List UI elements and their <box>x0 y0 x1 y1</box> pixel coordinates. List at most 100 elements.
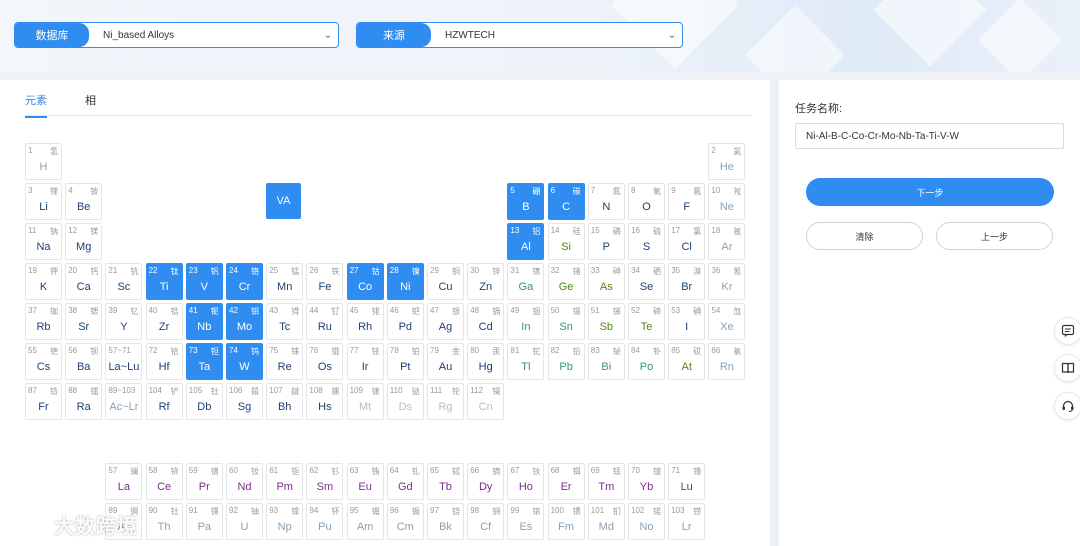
element-bi[interactable]: 83 铋 Bi <box>587 343 625 380</box>
element-re[interactable]: 75 铼 Re <box>266 343 304 380</box>
element-fm[interactable]: 100 镄 Fm <box>547 503 585 540</box>
element-ca[interactable]: 20 钙 Ca <box>65 263 103 300</box>
element-tm[interactable]: 69 铥 Tm <box>587 463 625 500</box>
element-ni[interactable]: 28 镍 Ni <box>386 263 424 300</box>
element-ac-lr[interactable]: 89~103 Ac~Lr <box>105 383 143 420</box>
element-cl[interactable]: 17 氯 Cl <box>668 223 706 260</box>
element-i[interactable]: 53 碘 I <box>668 303 706 340</box>
element-ga[interactable]: 31 镓 Ga <box>507 263 545 300</box>
element-mn[interactable]: 25 锰 Mn <box>266 263 304 300</box>
element-s[interactable]: 16 硫 S <box>628 223 665 260</box>
element-cf[interactable]: 98 锎 Cf <box>467 503 505 540</box>
element-db[interactable]: 105 钍 Db <box>185 383 223 420</box>
element-p[interactable]: 15 磷 P <box>587 223 625 260</box>
element-ra[interactable]: 88 镭 Ra <box>65 383 103 420</box>
element-sm[interactable]: 62 钐 Sm <box>306 463 344 500</box>
element-al[interactable]: 13 铝 Al <box>507 223 545 260</box>
element-sn[interactable]: 50 锡 Sn <box>547 303 585 340</box>
chevron-down-icon[interactable]: ⌄ <box>318 30 338 41</box>
element-au[interactable]: 79 金 Au <box>427 343 464 380</box>
task-name-input[interactable]: Ni-Al-B-C-Co-Cr-Mo-Nb-Ta-Ti-V-W <box>795 123 1064 149</box>
element-na[interactable]: 11 钠 Na <box>25 223 62 260</box>
element-md[interactable]: 101 钔 Md <box>587 503 625 540</box>
element-dy[interactable]: 66 镝 Dy <box>467 463 505 500</box>
element-nb[interactable]: 41 铌 Nb <box>185 303 223 340</box>
element-pa[interactable]: 91 镤 Pa <box>185 503 223 540</box>
element-ag[interactable]: 47 银 Ag <box>427 303 464 340</box>
element-as[interactable]: 33 砷 As <box>587 263 625 300</box>
chevron-down-icon[interactable]: ⌄ <box>662 30 682 41</box>
element-ho[interactable]: 67 钬 Ho <box>507 463 545 500</box>
element-c[interactable]: 6 碳C <box>547 183 585 220</box>
element-sg[interactable]: 106 𨭎 Sg <box>226 383 263 420</box>
element-ne[interactable]: 10 氖 Ne <box>708 183 746 220</box>
element-rh[interactable]: 45 铑 Rh <box>346 303 384 340</box>
element-br[interactable]: 35 溴 Br <box>668 263 706 300</box>
element-xe[interactable]: 54 氙 Xe <box>708 303 746 340</box>
element-be[interactable]: 4 铍 Be <box>65 183 103 220</box>
element-ir[interactable]: 77 铱 Ir <box>346 343 384 380</box>
element-cn[interactable]: 112 鿔 Cn <box>467 383 505 420</box>
element-bk[interactable]: 97 锫 Bk <box>427 503 464 540</box>
element-bh[interactable]: 107 𨨏 Bh <box>266 383 304 420</box>
element-pu[interactable]: 94 钚 Pu <box>306 503 344 540</box>
database-select[interactable]: 数据库 Ni_based Alloys ⌄ <box>14 22 339 48</box>
element-pd[interactable]: 46 钯 Pd <box>386 303 424 340</box>
group-va-button[interactable]: VA <box>266 183 301 219</box>
element-fe[interactable]: 26 铁 Fe <box>306 263 344 300</box>
element-mg[interactable]: 12 镁 Mg <box>65 223 103 260</box>
element-er[interactable]: 68 铒 Er <box>547 463 585 500</box>
element-cs[interactable]: 55 铯 Cs <box>25 343 62 380</box>
element-ar[interactable]: 18 氩 Ar <box>708 223 746 260</box>
element-f[interactable]: 9 氟F <box>668 183 706 220</box>
element-ge[interactable]: 32 锗 Ge <box>547 263 585 300</box>
element-gd[interactable]: 64 钆 Gd <box>386 463 424 500</box>
element-u[interactable]: 92 铀 U <box>226 503 263 540</box>
element-th[interactable]: 90 钍 Th <box>145 503 183 540</box>
element-li[interactable]: 3 锂 Li <box>25 183 62 220</box>
element-am[interactable]: 95 镅 Am <box>346 503 384 540</box>
element-zn[interactable]: 30 锌 Zn <box>467 263 505 300</box>
element-k[interactable]: 19 钾 K <box>25 263 62 300</box>
element-h[interactable]: 1 氢H <box>25 143 62 180</box>
element-pt[interactable]: 78 铂 Pt <box>386 343 424 380</box>
book-icon[interactable] <box>1054 354 1080 382</box>
element-pm[interactable]: 61 钷 Pm <box>266 463 304 500</box>
element-lr[interactable]: 103 铹 Lr <box>668 503 706 540</box>
source-select[interactable]: 来源 HZWTECH ⌄ <box>356 22 683 48</box>
element-ru[interactable]: 44 钌 Ru <box>306 303 344 340</box>
element-lu[interactable]: 71 镥 Lu <box>668 463 706 500</box>
element-he[interactable]: 2 氦 He <box>708 143 746 180</box>
element-pr[interactable]: 59 镨 Pr <box>185 463 223 500</box>
element-sr[interactable]: 38 锶 Sr <box>65 303 103 340</box>
element-yb[interactable]: 70 镱 Yb <box>628 463 665 500</box>
element-tb[interactable]: 65 铽 Tb <box>427 463 464 500</box>
element-sc[interactable]: 21 钪 Sc <box>105 263 143 300</box>
previous-step-button[interactable]: 上一步 <box>936 222 1053 250</box>
element-cm[interactable]: 96 锔 Cm <box>386 503 424 540</box>
element-w[interactable]: 74 钨 W <box>226 343 263 380</box>
element-kr[interactable]: 36 氪 Kr <box>708 263 746 300</box>
element-os[interactable]: 76 锇 Os <box>306 343 344 380</box>
element-tc[interactable]: 43 锝 Tc <box>266 303 304 340</box>
element-b[interactable]: 5 硼B <box>507 183 545 220</box>
element-la-lu[interactable]: 57~71 La~Lu <box>105 343 143 380</box>
element-eu[interactable]: 63 铕 Eu <box>346 463 384 500</box>
element-cd[interactable]: 48 镉 Cd <box>467 303 505 340</box>
element-la[interactable]: 57 镧 La <box>105 463 143 500</box>
element-ce[interactable]: 58 铈 Ce <box>145 463 183 500</box>
element-at[interactable]: 85 砹 At <box>668 343 706 380</box>
element-ba[interactable]: 56 钡 Ba <box>65 343 103 380</box>
element-te[interactable]: 52 碲 Te <box>628 303 665 340</box>
element-rg[interactable]: 111 𬬭 Rg <box>427 383 464 420</box>
element-no[interactable]: 102 锘 No <box>628 503 665 540</box>
element-co[interactable]: 27 钴 Co <box>346 263 384 300</box>
element-hf[interactable]: 72 铪 Hf <box>145 343 183 380</box>
element-po[interactable]: 84 钋 Po <box>628 343 665 380</box>
element-rb[interactable]: 37 铷 Rb <box>25 303 62 340</box>
element-ti[interactable]: 22 钛 Ti <box>145 263 183 300</box>
element-sb[interactable]: 51 锑 Sb <box>587 303 625 340</box>
element-tl[interactable]: 81 铊 Tl <box>507 343 545 380</box>
element-n[interactable]: 7 氮N <box>587 183 625 220</box>
element-rn[interactable]: 86 氡 Rn <box>708 343 746 380</box>
